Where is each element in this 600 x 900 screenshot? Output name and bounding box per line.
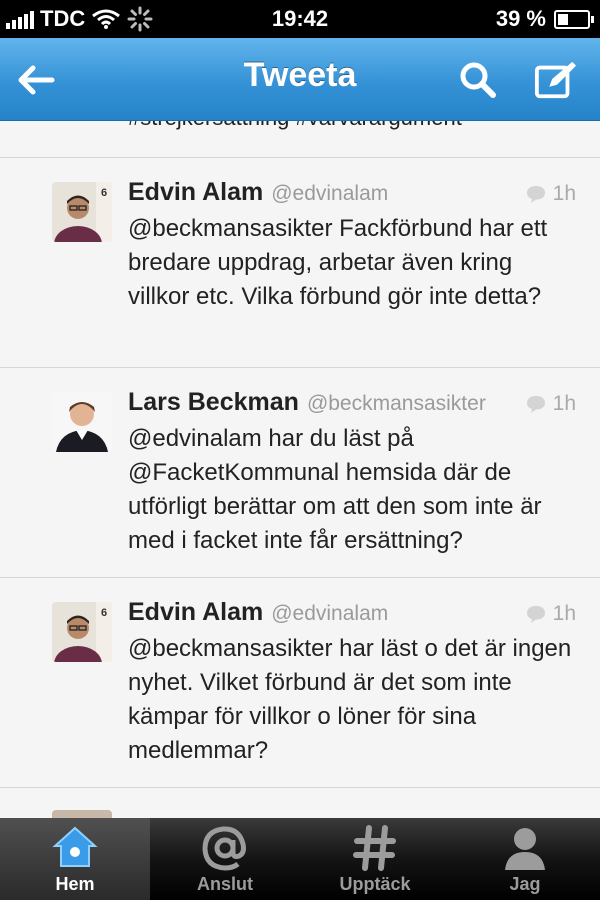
avatar[interactable]: 6 [52,182,112,242]
author-handle: @edvinalam [271,602,389,625]
tweet-item[interactable]: 6 Edvin Alam @edvinalam 1h @beckmansasikt… [0,157,600,368]
status-right: 39 % [495,6,594,32]
tweet-author[interactable]: Edvin Alam @edvinalam [128,178,388,207]
author-handle: @edvinalam [271,182,389,205]
tweet-time: 1h [552,602,576,625]
author-name: Edvin Alam [128,598,264,626]
navigation-bar: Tweeta [0,38,600,121]
timeline[interactable]: #strejkersättning #värvarargument 6 Edvi… [0,121,600,818]
tweet-text: @edvinalam har du läst på @FacketKommuna… [128,425,542,554]
status-bar: TDC 19:42 39 % [0,0,600,38]
tweet-time: 1h [552,182,576,205]
battery-percentage: 39 % [495,6,546,31]
search-icon [460,62,496,98]
battery-icon [554,9,594,29]
tab-connect[interactable]: Anslut [150,818,300,900]
cut-off-tweet-text: #strejkersättning #värvarargument [128,121,462,131]
tweet-text: @beckmansasikter Fackförbund har ett bre… [128,215,548,310]
compose-button[interactable] [534,58,578,102]
tweet-item-partial[interactable] [0,787,600,818]
tweet-meta: 1h [525,392,576,416]
avatar [52,810,112,818]
tweet-item[interactable]: Lars Beckman @beckmansasikter 1h @edvinal… [0,367,600,578]
tweet-item[interactable]: 6 Edvin Alam @edvinalam 1h @beckmansasikt… [0,577,600,788]
tab-me[interactable]: Jag [450,818,600,900]
tab-bar: Hem Anslut Upptäck Jag [0,818,600,900]
tab-label: Jag [509,874,541,894]
avatar-badge: 6 [101,607,107,619]
tweet-author[interactable]: Lars Beckman @beckmansasikter [128,388,486,417]
tab-label: Anslut [197,874,253,894]
person-icon [505,828,545,870]
speech-bubble-icon [526,606,545,623]
tweet-text: @beckmansasikter har läst o det är ingen… [128,635,572,764]
home-icon [52,826,98,867]
avatar-badge: 6 [101,187,107,199]
tweet-author[interactable]: Edvin Alam @edvinalam [128,598,388,627]
search-button[interactable] [456,58,500,102]
speech-bubble-icon [526,396,545,413]
page-title: Tweeta [243,56,357,94]
tweet-time: 1h [552,392,576,415]
at-icon [202,826,246,871]
tab-home[interactable]: Hem [0,818,150,900]
speech-bubble-icon [526,186,545,203]
tweet-meta: 1h [525,182,576,206]
avatar[interactable]: 6 [52,602,112,662]
tweet-meta: 1h [525,602,576,626]
author-name: Edvin Alam [128,178,264,206]
avatar[interactable] [52,392,112,452]
author-name: Lars Beckman [128,388,299,416]
compose-icon [534,61,577,99]
tab-discover[interactable]: Upptäck [300,818,450,900]
hashtag-icon [353,825,396,871]
tab-label: Upptäck [339,874,411,894]
tab-label: Hem [55,874,95,894]
author-handle: @beckmansasikter [306,392,486,415]
